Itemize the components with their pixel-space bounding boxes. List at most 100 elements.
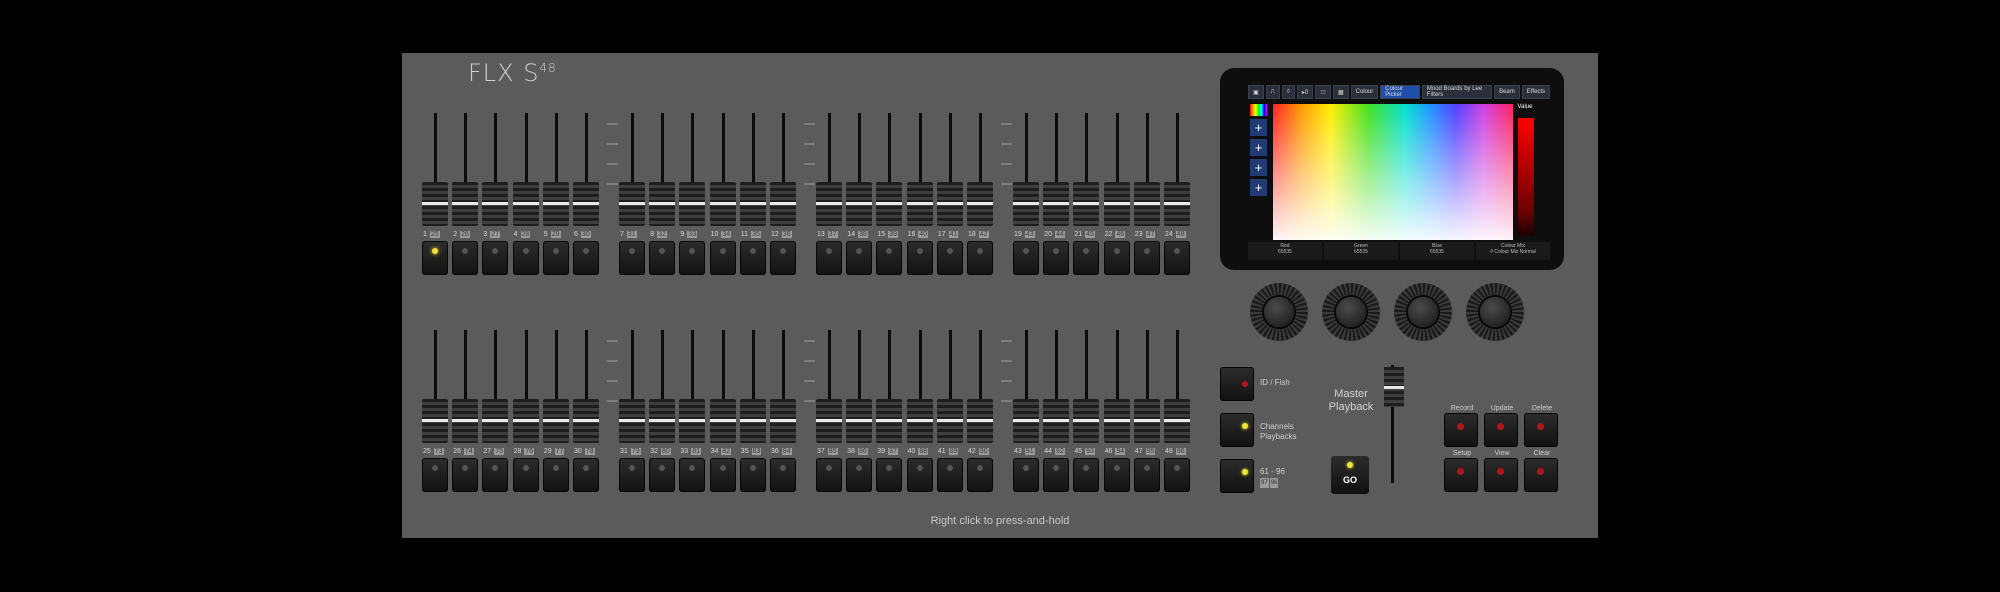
fader-button[interactable] [573, 458, 599, 492]
update-button[interactable] [1484, 413, 1518, 447]
channels-playbacks-button[interactable] [1220, 413, 1254, 447]
fader-button[interactable] [422, 241, 448, 275]
fader-button[interactable] [1013, 458, 1039, 492]
readout-blue[interactable]: Blue 65535 [1400, 242, 1474, 260]
fader-handle[interactable] [967, 182, 993, 226]
fader-handle[interactable] [846, 399, 873, 443]
setup-button[interactable] [1444, 458, 1478, 492]
tab-colour[interactable]: Colour [1350, 85, 1379, 99]
readout-colour-mix[interactable]: Colour Mix # Colour Mix Normal [1476, 242, 1550, 260]
fader-handle[interactable] [1164, 399, 1190, 443]
fader-handle[interactable] [1133, 399, 1160, 443]
fader-handle[interactable] [709, 182, 736, 226]
add-colour-icon[interactable]: + [1250, 179, 1267, 196]
master-fader[interactable] [1384, 367, 1404, 407]
id-fish-button[interactable] [1220, 367, 1254, 401]
fader-handle[interactable] [649, 399, 676, 443]
readout-red[interactable]: Red 65535 [1248, 242, 1322, 260]
fader-handle[interactable] [936, 399, 963, 443]
palette-icon[interactable]: ▦ [1332, 85, 1349, 99]
fader-handle[interactable] [876, 182, 903, 226]
fader-button[interactable] [770, 241, 796, 275]
tab-effects[interactable]: Effects [1521, 85, 1550, 99]
fader-button[interactable] [906, 458, 933, 492]
fader-handle[interactable] [452, 182, 479, 226]
encoder-4[interactable] [1466, 283, 1524, 341]
fader-handle[interactable] [739, 399, 766, 443]
fader-button[interactable] [876, 241, 903, 275]
fader-handle[interactable] [619, 182, 645, 226]
clear-button[interactable] [1524, 458, 1558, 492]
fader-handle[interactable] [1133, 182, 1160, 226]
fader-button[interactable] [967, 241, 993, 275]
fader-button[interactable] [573, 241, 599, 275]
fader-button[interactable] [542, 458, 569, 492]
fader-button[interactable] [679, 458, 706, 492]
fader-button[interactable] [1103, 241, 1130, 275]
fader-button[interactable] [709, 458, 736, 492]
fader-button[interactable] [816, 458, 842, 492]
fader-button[interactable] [452, 241, 479, 275]
fader-handle[interactable] [770, 399, 796, 443]
fader-handle[interactable] [1013, 182, 1039, 226]
fader-button[interactable] [619, 241, 645, 275]
go-button[interactable]: GO [1331, 456, 1369, 494]
fader-button[interactable] [1043, 241, 1070, 275]
encoder-3[interactable] [1394, 283, 1452, 341]
grid-icon[interactable]: ⁝⁝⁝ [1315, 85, 1331, 99]
touch-screen[interactable]: ▣ ⎍ ◊ ▸0 ⁝⁝⁝ ▦ Colour Colour Picker Mood Boards … [1220, 68, 1564, 270]
fader-button[interactable] [482, 241, 509, 275]
readout-green[interactable]: Green 65535 [1324, 242, 1398, 260]
fader-handle[interactable] [1073, 399, 1100, 443]
fader-button[interactable] [649, 241, 676, 275]
fader-handle[interactable] [816, 399, 842, 443]
fader-handle[interactable] [679, 399, 706, 443]
fader-handle[interactable] [422, 399, 448, 443]
fader-handle[interactable] [619, 399, 645, 443]
fader-handle[interactable] [1073, 182, 1100, 226]
tab-colour-picker[interactable]: Colour Picker [1380, 85, 1420, 99]
fader-handle[interactable] [967, 399, 993, 443]
fader-handle[interactable] [906, 182, 933, 226]
add-colour-icon[interactable]: + [1250, 139, 1267, 156]
fader-handle[interactable] [422, 182, 448, 226]
encoder-1[interactable] [1250, 283, 1308, 341]
fader-button[interactable] [1133, 241, 1160, 275]
intensity-icon[interactable]: ▣ [1248, 85, 1264, 99]
fader-handle[interactable] [906, 399, 933, 443]
fader-handle[interactable] [482, 182, 509, 226]
fader-handle[interactable] [482, 399, 509, 443]
fader-button[interactable] [936, 241, 963, 275]
encoder-2[interactable] [1322, 283, 1380, 341]
fader-handle[interactable] [452, 399, 479, 443]
fader-button[interactable] [1073, 241, 1100, 275]
fader-button[interactable] [1043, 458, 1070, 492]
fader-button[interactable] [482, 458, 509, 492]
fader-handle[interactable] [512, 182, 539, 226]
fader-button[interactable] [1133, 458, 1160, 492]
beam-icon[interactable]: ▸0 [1296, 85, 1314, 99]
value-slider[interactable] [1518, 118, 1534, 236]
tab-beam[interactable]: Beam [1494, 85, 1520, 99]
fader-handle[interactable] [573, 399, 599, 443]
fader-button[interactable] [422, 458, 448, 492]
fader-button[interactable] [876, 458, 903, 492]
fader-handle[interactable] [1043, 399, 1070, 443]
fader-button[interactable] [452, 458, 479, 492]
fader-handle[interactable] [1043, 182, 1070, 226]
fader-handle[interactable] [770, 182, 796, 226]
fader-button[interactable] [679, 241, 706, 275]
fader-button[interactable] [770, 458, 796, 492]
fader-button[interactable] [512, 241, 539, 275]
fader-button[interactable] [1164, 458, 1190, 492]
fader-button[interactable] [967, 458, 993, 492]
fader-button[interactable] [906, 241, 933, 275]
fader-button[interactable] [1013, 241, 1039, 275]
fader-handle[interactable] [573, 182, 599, 226]
fader-button[interactable] [1103, 458, 1130, 492]
fader-handle[interactable] [876, 399, 903, 443]
tab-mood-boards-by-lee-filters[interactable]: Mood Boards by Lee Filters [1421, 85, 1493, 99]
fader-handle[interactable] [1013, 399, 1039, 443]
fader-handle[interactable] [542, 182, 569, 226]
fader-button[interactable] [709, 241, 736, 275]
